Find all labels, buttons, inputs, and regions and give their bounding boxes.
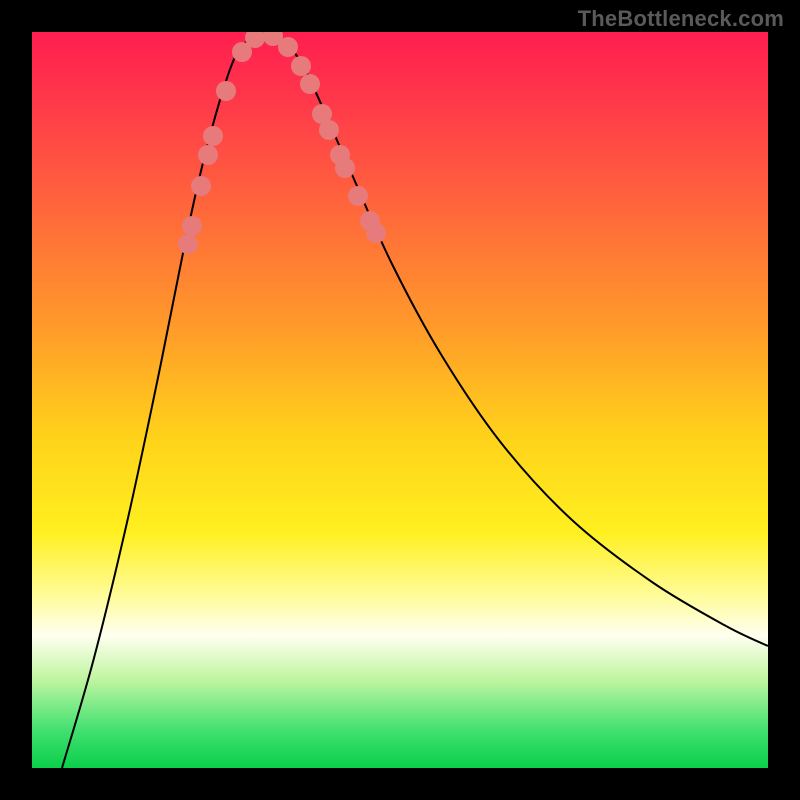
- chart-area: [32, 32, 768, 768]
- curve-group: [62, 34, 768, 768]
- curve-left-curve: [62, 35, 257, 768]
- marker-markers-right-1: [300, 74, 320, 94]
- marker-markers-bottom-3: [278, 37, 298, 57]
- marker-markers-left-4: [203, 126, 223, 146]
- marker-markers-right-8: [366, 223, 386, 243]
- marker-group: [178, 32, 386, 254]
- watermark-text: TheBottleneck.com: [578, 6, 784, 32]
- marker-markers-left-3: [198, 145, 218, 165]
- marker-markers-left-5: [216, 81, 236, 101]
- marker-markers-right-3: [319, 120, 339, 140]
- marker-markers-left-2: [191, 176, 211, 196]
- marker-markers-right-0: [291, 56, 311, 76]
- marker-markers-left-0: [178, 234, 198, 254]
- marker-markers-left-1: [182, 216, 202, 236]
- marker-markers-right-6: [348, 186, 368, 206]
- chart-svg: [32, 32, 768, 768]
- marker-markers-right-5: [335, 158, 355, 178]
